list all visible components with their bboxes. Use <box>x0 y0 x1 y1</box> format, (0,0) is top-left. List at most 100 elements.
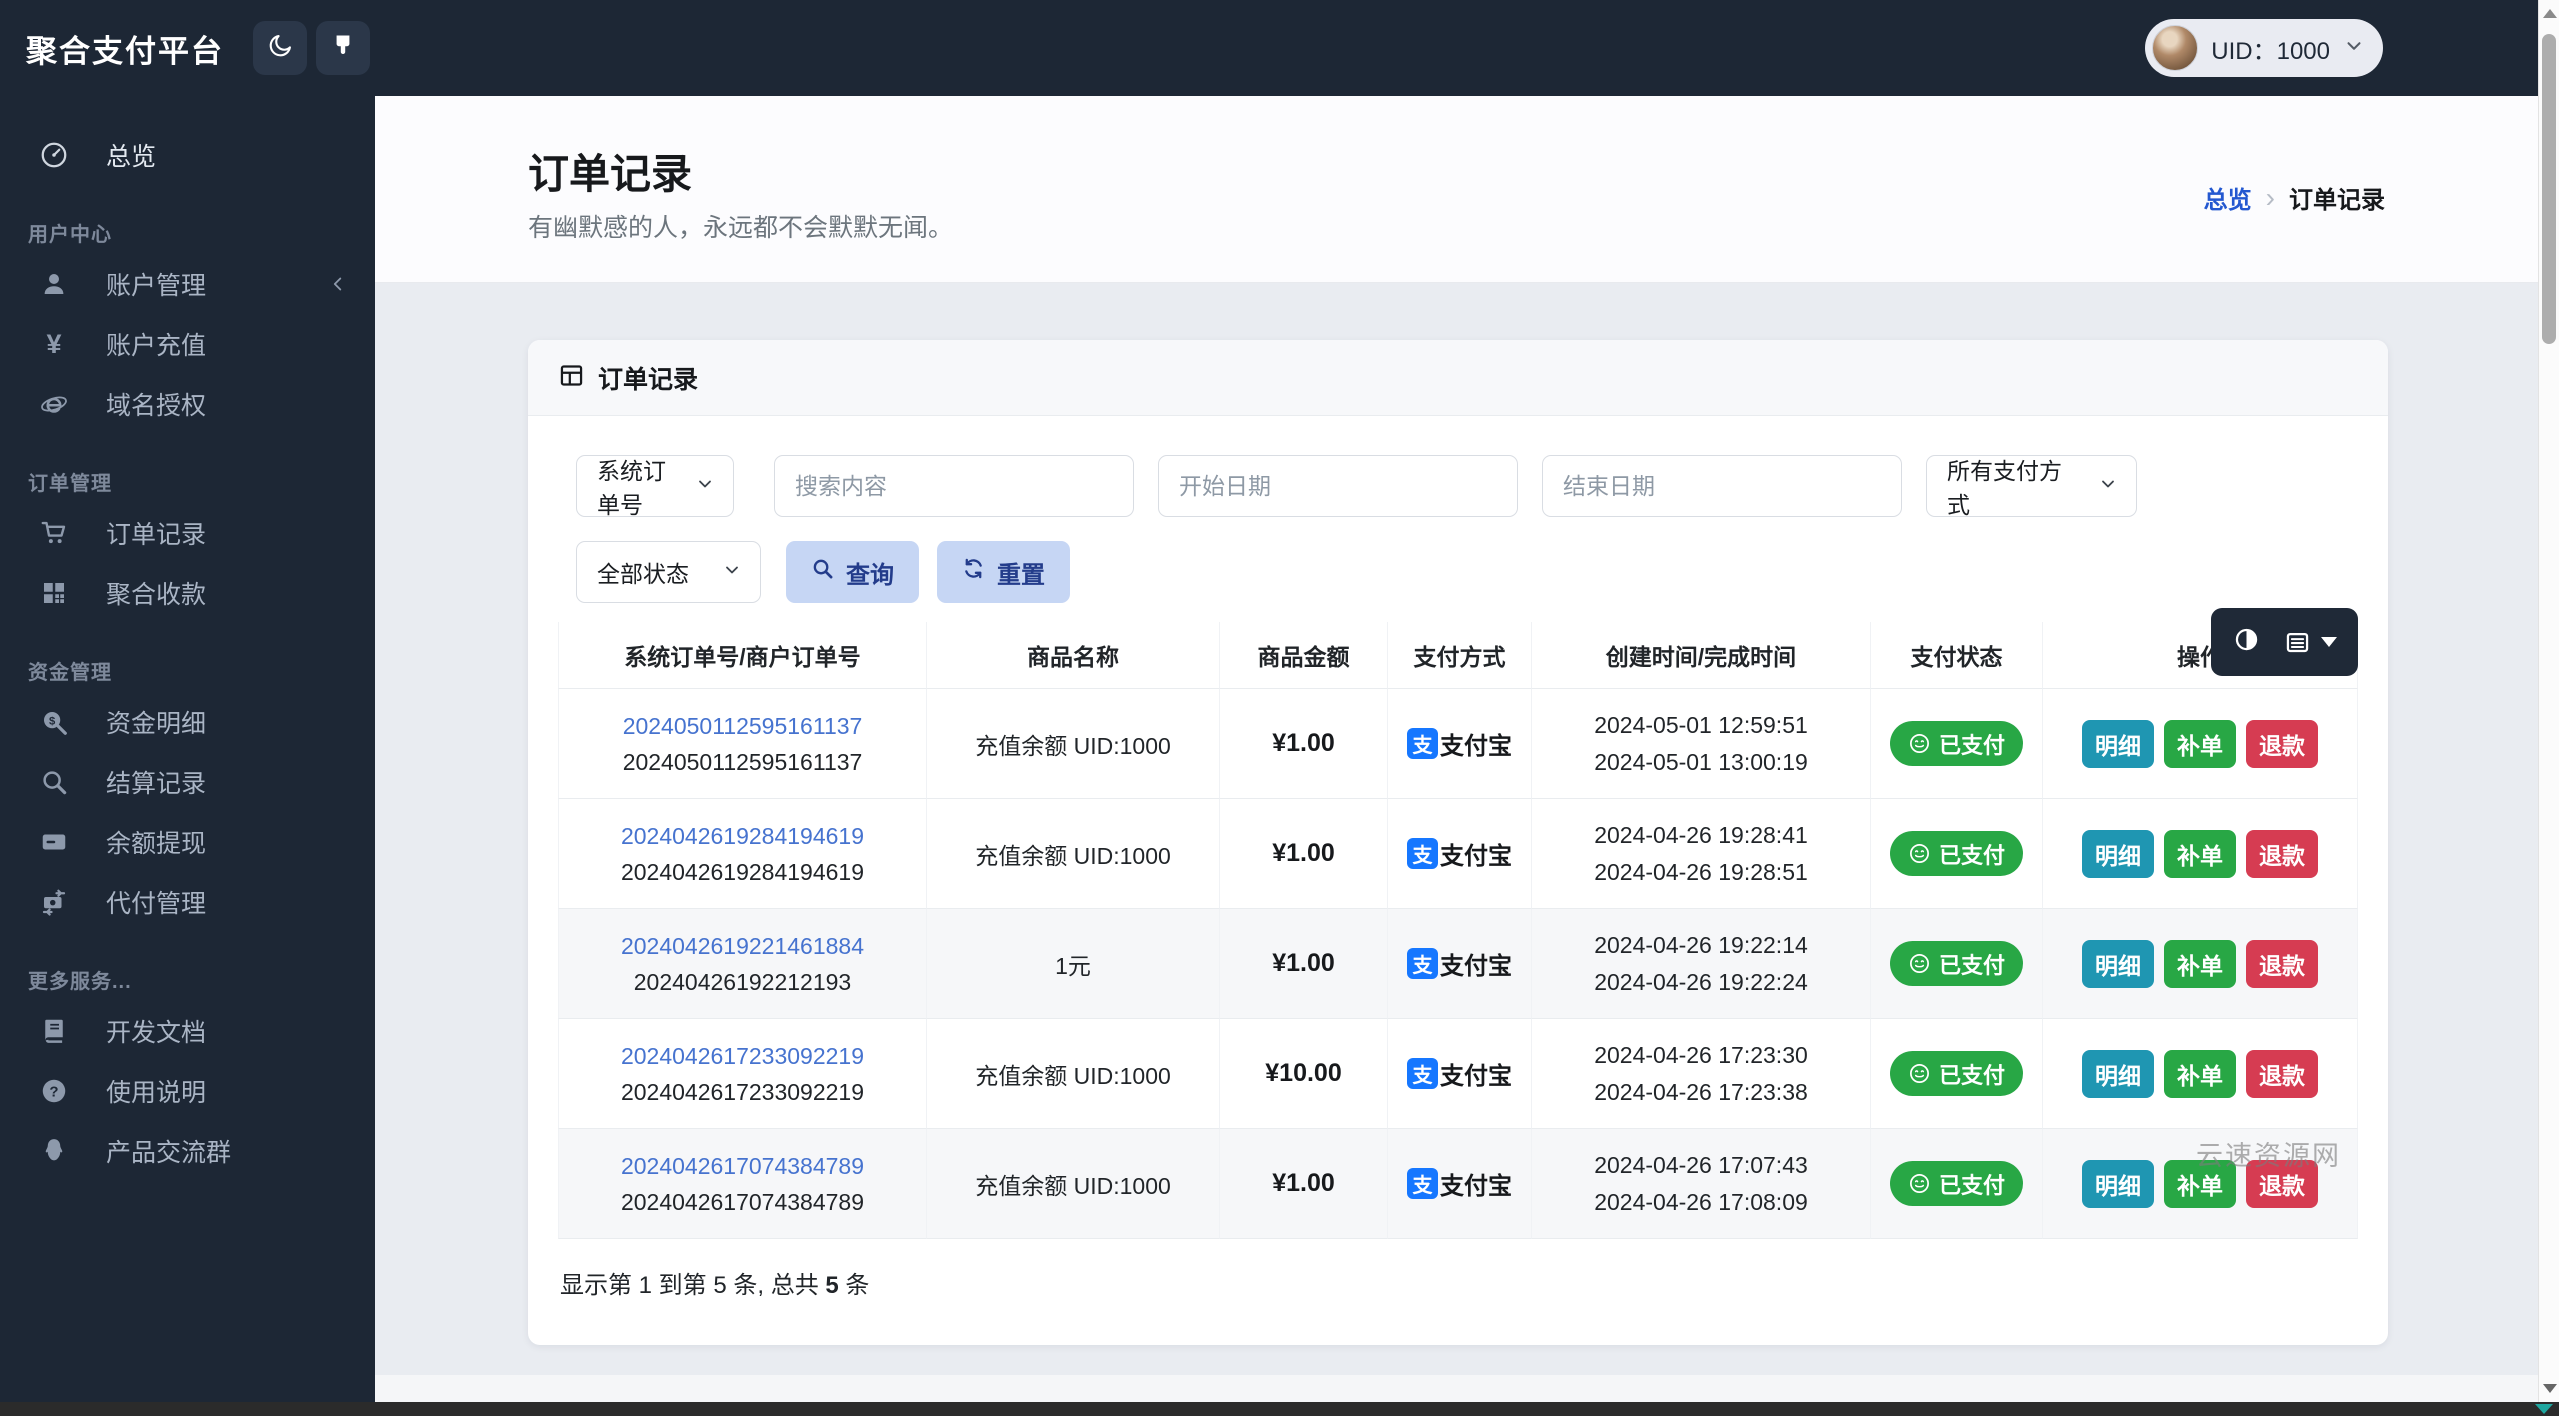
yen-icon: ¥ <box>46 328 62 359</box>
col-header-times: 创建时间/完成时间 <box>1532 622 1871 689</box>
sidebar-item-funds-detail[interactable]: $ 资金明细 <box>0 692 375 752</box>
order-records-card: 订单记录 系统订单号 所有支付方式 全部状态 查询 <box>528 340 2388 1345</box>
question-icon: ? <box>38 1075 70 1107</box>
reorder-button[interactable]: 补单 <box>2164 939 2236 988</box>
end-date-input[interactable] <box>1542 455 1902 517</box>
detail-button[interactable]: 明细 <box>2082 1159 2154 1208</box>
reorder-button[interactable]: 补单 <box>2164 719 2236 768</box>
avatar <box>2152 25 2199 71</box>
sidebar-section-user-center: 用户中心 <box>28 223 112 246</box>
chevron-down-icon <box>2343 35 2365 62</box>
sidebar-item-label: 结算记录 <box>106 770 207 798</box>
refund-button[interactable]: 退款 <box>2246 719 2318 768</box>
breadcrumb-link-overview[interactable]: 总览 <box>2204 180 2252 215</box>
pay-method: 支 支付宝 <box>1407 1056 1512 1091</box>
chevron-down-icon <box>722 559 742 586</box>
pay-method-label: 支付宝 <box>1440 843 1512 870</box>
sidebar-item-payout-management[interactable]: 代付管理 <box>0 872 375 932</box>
refund-button[interactable]: 退款 <box>2246 829 2318 878</box>
sidebar-item-account-management[interactable]: 账户管理 <box>0 254 375 314</box>
transfer-icon <box>38 886 70 918</box>
breadcrumb-current: 订单记录 <box>2289 187 2385 214</box>
refund-button[interactable]: 退款 <box>2246 1049 2318 1098</box>
reorder-button[interactable]: 补单 <box>2164 1049 2236 1098</box>
user-icon <box>38 268 70 300</box>
reorder-button[interactable]: 补单 <box>2164 829 2236 878</box>
user-menu[interactable]: UID：1000 <box>2145 19 2383 77</box>
pay-method-select-value: 所有支付方式 <box>1947 458 2062 518</box>
pay-method: 支 支付宝 <box>1407 1166 1512 1201</box>
status-select[interactable]: 全部状态 <box>576 541 761 603</box>
sidebar-item-balance-withdrawal[interactable]: 余额提现 <box>0 812 375 872</box>
search-input[interactable] <box>774 455 1134 517</box>
created-time: 2024-04-26 17:07:43 <box>1594 1151 1808 1178</box>
order-link[interactable]: 2024042619221461884 <box>621 928 864 964</box>
pay-method: 支 支付宝 <box>1407 946 1512 981</box>
app-title: 聚合支付平台 <box>26 33 224 69</box>
sidebar-item-overview[interactable]: 总览 <box>0 125 375 185</box>
sidebar-item-domain-auth[interactable]: 域名授权 <box>0 374 375 434</box>
completed-time: 2024-04-26 17:08:09 <box>1594 1188 1808 1215</box>
filter-row-1: 系统订单号 所有支付方式 <box>576 455 2358 518</box>
scroll-thumb[interactable] <box>2542 34 2556 344</box>
topbar: 聚合支付平台 UID：1000 <box>0 0 2538 96</box>
amount: ¥10.00 <box>1265 1059 1342 1087</box>
status-badge: 已支付 <box>1889 721 2023 766</box>
order-link[interactable]: 2024042617233092219 <box>621 1038 864 1074</box>
table-row: 2024042617233092219 2024042617233092219 … <box>558 1019 2358 1129</box>
pay-method-label: 支付宝 <box>1440 953 1512 980</box>
alipay-icon: 支 <box>1407 948 1438 979</box>
detail-button[interactable]: 明细 <box>2082 719 2154 768</box>
card-icon <box>38 826 70 858</box>
order-link[interactable]: 2024042619284194619 <box>621 818 864 854</box>
table-header-row: 系统订单号/商户订单号 商品名称 商品金额 支付方式 创建时间/完成时间 支付状… <box>558 622 2358 689</box>
theme-brush-button[interactable] <box>316 21 370 75</box>
detail-button[interactable]: 明细 <box>2082 939 2154 988</box>
sidebar-item-label: 域名授权 <box>106 392 207 420</box>
sidebar-item-order-records[interactable]: 订单记录 <box>0 503 375 563</box>
reset-button[interactable]: 重置 <box>937 541 1070 603</box>
merchant-order-no: 20240426192212193 <box>633 968 852 995</box>
toggle-columns-button[interactable] <box>2233 626 2260 658</box>
completed-time: 2024-04-26 17:23:38 <box>1594 1078 1808 1105</box>
completed-time: 2024-05-01 13:00:19 <box>1594 748 1808 775</box>
start-date-input[interactable] <box>1158 455 1518 517</box>
refund-button[interactable]: 退款 <box>2246 939 2318 988</box>
detail-button[interactable]: 明细 <box>2082 1049 2154 1098</box>
pay-method: 支 支付宝 <box>1407 726 1512 761</box>
status-label: 已支付 <box>1938 952 2005 978</box>
created-time: 2024-04-26 19:28:41 <box>1594 821 1808 848</box>
sidebar-item-account-recharge[interactable]: ¥ 账户充值 <box>0 314 375 374</box>
pay-method-select[interactable]: 所有支付方式 <box>1926 455 2137 518</box>
sidebar-item-label: 账户管理 <box>106 272 207 300</box>
horizontal-scrollbar[interactable] <box>0 1402 2559 1416</box>
amount: ¥1.00 <box>1272 949 1335 977</box>
filter-row-2: 全部状态 查询 重置 <box>576 541 2358 603</box>
order-link[interactable]: 2024042617074384789 <box>621 1148 864 1184</box>
product-name: 充值余额 UID:1000 <box>975 1062 1171 1089</box>
sidebar-item-product-chat-group[interactable]: 产品交流群 <box>0 1121 375 1181</box>
status-badge: 已支付 <box>1889 1051 2023 1096</box>
sidebar-item-usage-guide[interactable]: ? 使用说明 <box>0 1061 375 1121</box>
dark-mode-button[interactable] <box>253 21 307 75</box>
breadcrumb-separator: › <box>2265 181 2275 213</box>
smiley-icon <box>1909 844 1929 863</box>
row-actions: 明细 补单 退款 <box>2082 829 2318 878</box>
sidebar-item-settlement-records[interactable]: 结算记录 <box>0 752 375 812</box>
order-link[interactable]: 2024050112595161137 <box>623 708 863 744</box>
caret-down-icon <box>2320 637 2337 647</box>
summary-total: 5 <box>825 1272 839 1299</box>
detail-button[interactable]: 明细 <box>2082 829 2154 878</box>
created-time: 2024-04-26 19:22:14 <box>1594 931 1808 958</box>
sidebar-item-label: 使用说明 <box>106 1079 207 1107</box>
sidebar-item-dev-docs[interactable]: 开发文档 <box>0 1001 375 1061</box>
query-button[interactable]: 查询 <box>786 541 919 603</box>
layout-menu-button[interactable] <box>2284 629 2337 656</box>
moon-icon <box>266 32 294 65</box>
vertical-scrollbar[interactable] <box>2538 0 2559 1402</box>
sidebar-item-aggregate-collection[interactable]: 聚合收款 <box>0 563 375 623</box>
table-icon <box>558 362 585 394</box>
merchant-order-no: 2024042617074384789 <box>620 1188 865 1215</box>
status-label: 已支付 <box>1938 1062 2005 1088</box>
order-field-select[interactable]: 系统订单号 <box>576 455 734 518</box>
